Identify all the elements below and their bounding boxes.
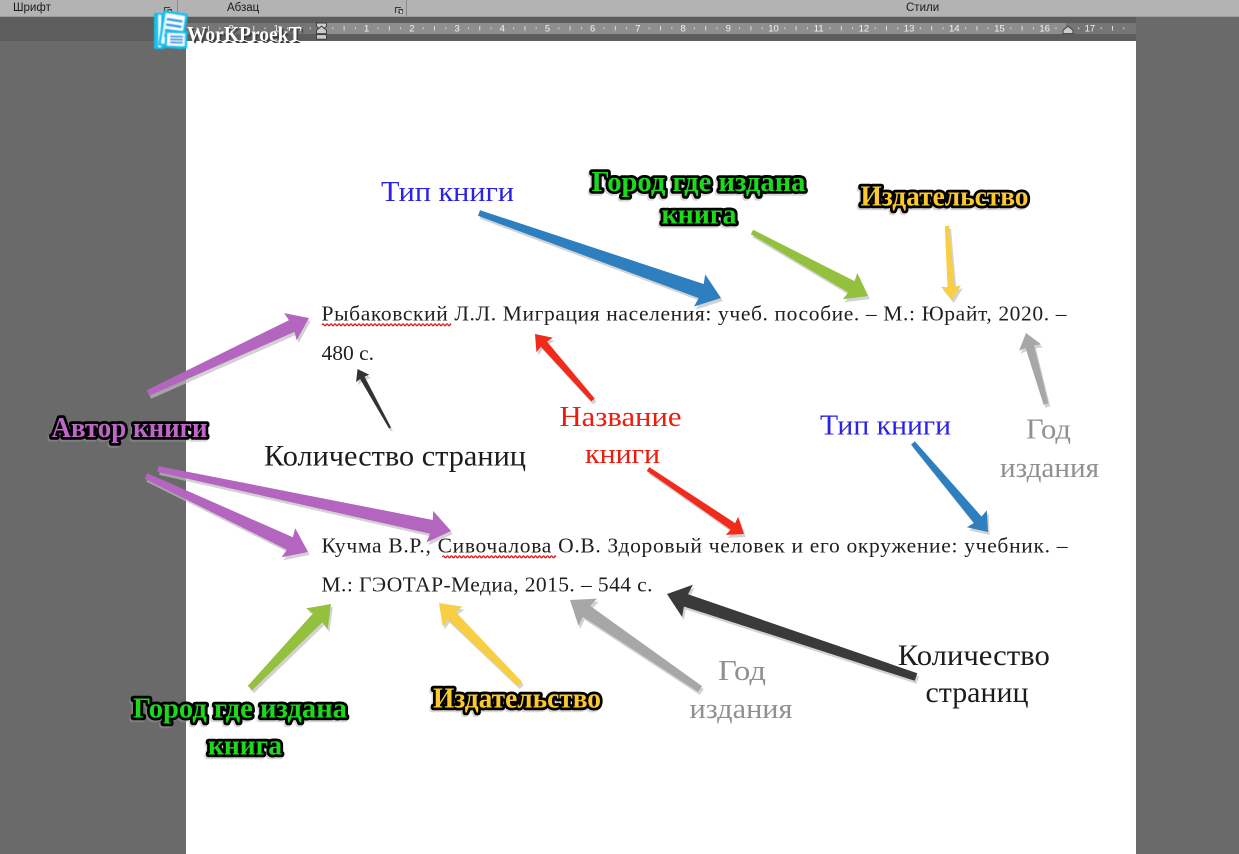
svg-text:4: 4 <box>500 23 505 34</box>
svg-text:страниц: страниц <box>926 676 1029 709</box>
svg-text:Автор книги: Автор книги <box>52 413 208 444</box>
svg-text:издания: издания <box>690 693 793 725</box>
svg-text:6: 6 <box>590 23 595 34</box>
svg-text:10: 10 <box>768 23 779 34</box>
svg-text:5: 5 <box>545 23 550 34</box>
svg-text:8: 8 <box>680 23 685 34</box>
svg-text:2: 2 <box>409 23 414 34</box>
svg-text:7: 7 <box>635 23 640 34</box>
svg-text:Тип книги: Тип книги <box>381 176 514 208</box>
svg-text:3: 3 <box>454 23 459 34</box>
svg-text:Издательство: Издательство <box>861 182 1029 213</box>
svg-text:12: 12 <box>859 23 870 34</box>
svg-text:книги: книги <box>585 439 660 470</box>
svg-text:WorKProekT: WorKProekT <box>187 22 302 46</box>
svg-text:книга: книга <box>208 731 282 762</box>
svg-text:Город где издана: Город где издана <box>592 167 806 198</box>
svg-text:книга: книга <box>662 200 737 231</box>
svg-text:14: 14 <box>949 23 960 34</box>
svg-text:15: 15 <box>994 23 1005 34</box>
svg-text:Количество: Количество <box>898 639 1050 672</box>
svg-text:издания: издания <box>1000 452 1099 484</box>
svg-text:Название: Название <box>560 402 682 433</box>
svg-text:480 с.: 480 с. <box>322 341 375 365</box>
svg-text:11: 11 <box>814 23 824 34</box>
svg-text:17: 17 <box>1085 23 1096 34</box>
svg-text:Год: Год <box>718 655 766 687</box>
svg-text:16: 16 <box>1039 23 1050 34</box>
svg-text:Количество страниц: Количество страниц <box>264 440 526 473</box>
svg-text:9: 9 <box>726 23 731 34</box>
svg-text:1: 1 <box>364 23 369 34</box>
svg-text:13: 13 <box>904 23 915 34</box>
svg-text:М.: ГЭОТАР-Медиа, 2015. – 544: М.: ГЭОТАР-Медиа, 2015. – 544 с. <box>322 573 653 597</box>
svg-text:Рыбаковский Л.Л. Миграция насе: Рыбаковский Л.Л. Миграция населения: уче… <box>322 301 1067 325</box>
svg-text:Год: Год <box>1026 414 1071 446</box>
svg-text:Издательство: Издательство <box>433 684 601 715</box>
svg-text:Тип книги: Тип книги <box>820 410 951 442</box>
svg-text:Город где издана: Город где издана <box>133 694 347 725</box>
